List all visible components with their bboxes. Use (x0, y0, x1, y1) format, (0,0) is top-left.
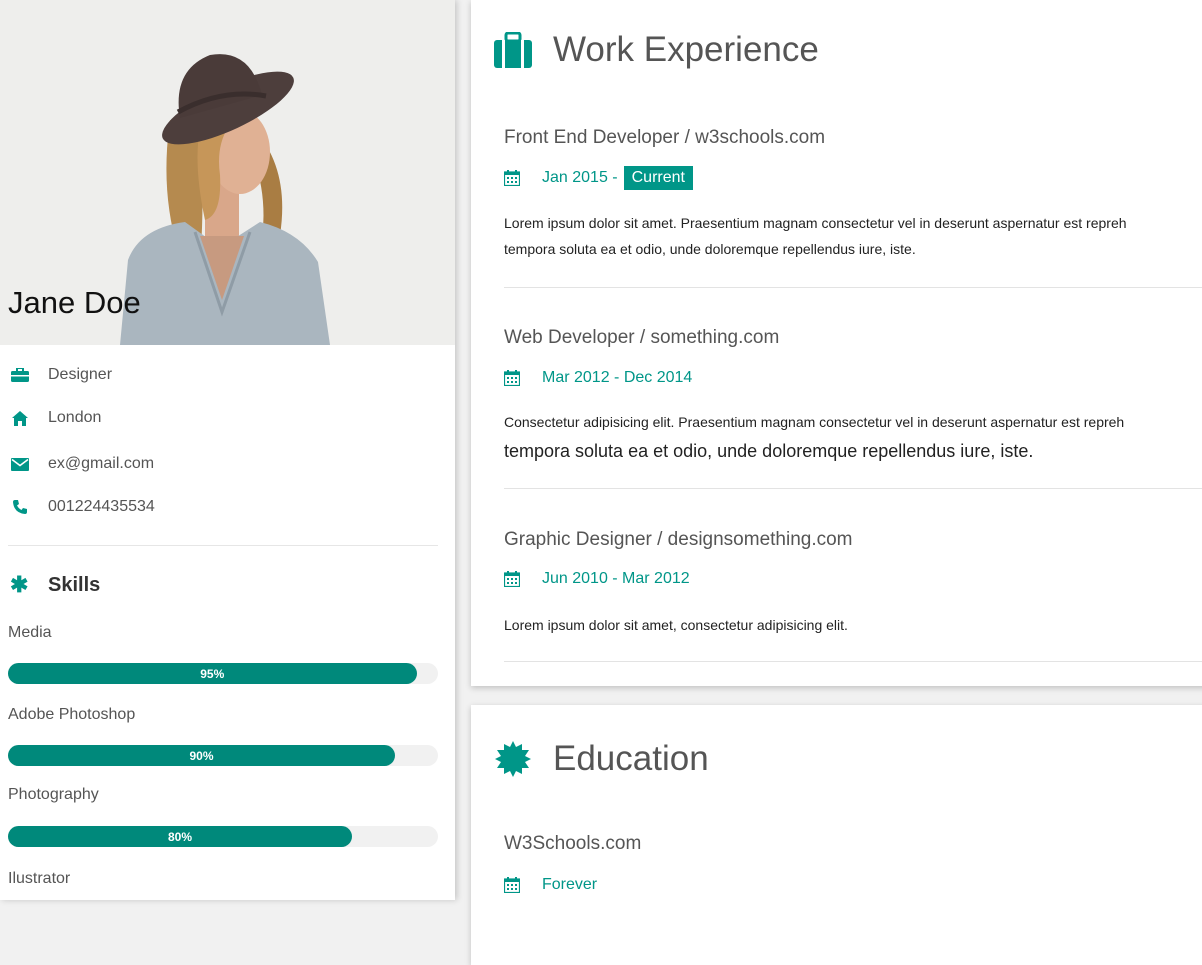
skill-name: Ilustrator (8, 870, 71, 887)
job-date: Mar 2012 - Dec 2014 (504, 369, 692, 387)
info-email-text: ex@gmail.com (48, 455, 155, 472)
education-title: Education (553, 739, 709, 778)
job-divider (504, 287, 1202, 288)
skill-name: Adobe Photoshop (8, 706, 136, 723)
job-description: tempora soluta ea et odio, unde doloremq… (504, 241, 916, 257)
profile-photo: Jane Doe (0, 0, 455, 345)
briefcase-icon (10, 366, 30, 384)
calendar-icon (504, 170, 524, 186)
work-experience-card: Work Experience Front End Developer / w3… (471, 0, 1202, 686)
profile-name: Jane Doe (8, 285, 141, 320)
envelope-icon (10, 455, 30, 473)
work-experience-heading: Work Experience (493, 30, 819, 70)
job-description: Lorem ipsum dolor sit amet. Praesentium … (504, 215, 1127, 231)
info-phone-text: 001224435534 (48, 498, 155, 515)
job-description: Consectetur adipisicing elit. Praesentiu… (504, 414, 1125, 430)
skill-bar: 80% (8, 826, 438, 847)
job-title: Web Developer / something.com (504, 327, 780, 348)
skill-bar-fill: 80% (8, 826, 352, 847)
home-icon (10, 409, 30, 427)
info-location: London (10, 407, 101, 429)
skill-name: Photography (8, 786, 99, 803)
school-date-text: Forever (542, 876, 598, 893)
sidebar-divider (8, 545, 438, 546)
calendar-icon (504, 877, 524, 893)
job-date: Jan 2015 - Current (504, 166, 693, 190)
skill-name: Media (8, 624, 52, 641)
job-date: Jun 2010 - Mar 2012 (504, 570, 690, 588)
job-date-text: Jun 2010 - Mar 2012 (542, 570, 690, 587)
skill-bar-fill: 90% (8, 745, 395, 766)
job-title: Front End Developer / w3schools.com (504, 127, 826, 148)
work-experience-title: Work Experience (553, 30, 819, 69)
info-location-text: London (48, 409, 102, 426)
skills-title: Skills (48, 573, 101, 596)
education-card: Education W3Schools.com Forever (471, 705, 1202, 965)
education-heading: Education (493, 739, 709, 779)
asterisk-icon: ✱ (10, 572, 29, 597)
profile-sidebar: Jane Doe Designer London ex@gmail.com 00… (0, 0, 455, 900)
info-email: ex@gmail.com (10, 453, 154, 475)
suitcase-icon (493, 30, 533, 70)
job-title: Graphic Designer / designsomething.com (504, 529, 853, 550)
info-job-text: Designer (48, 366, 113, 383)
certificate-icon (493, 739, 533, 779)
skill-bar: 90% (8, 745, 438, 766)
job-divider (504, 488, 1202, 489)
school-date: Forever (504, 876, 597, 894)
job-description: tempora soluta ea et odio, unde doloremq… (504, 441, 1034, 461)
info-job: Designer (10, 364, 112, 386)
phone-icon (10, 498, 30, 516)
calendar-icon (504, 571, 524, 587)
skill-bar-fill: 95% (8, 663, 417, 684)
skills-heading: ✱ Skills (10, 572, 100, 598)
current-badge: Current (623, 166, 693, 190)
job-date-text: Mar 2012 - Dec 2014 (542, 369, 693, 386)
info-phone: 001224435534 (10, 496, 155, 518)
school-name: W3Schools.com (504, 833, 642, 854)
calendar-icon (504, 370, 524, 386)
job-divider (504, 661, 1202, 662)
job-date-text: Jan 2015 - (542, 169, 618, 186)
skill-bar: 95% (8, 663, 438, 684)
job-description: Lorem ipsum dolor sit amet, consectetur … (504, 617, 848, 633)
